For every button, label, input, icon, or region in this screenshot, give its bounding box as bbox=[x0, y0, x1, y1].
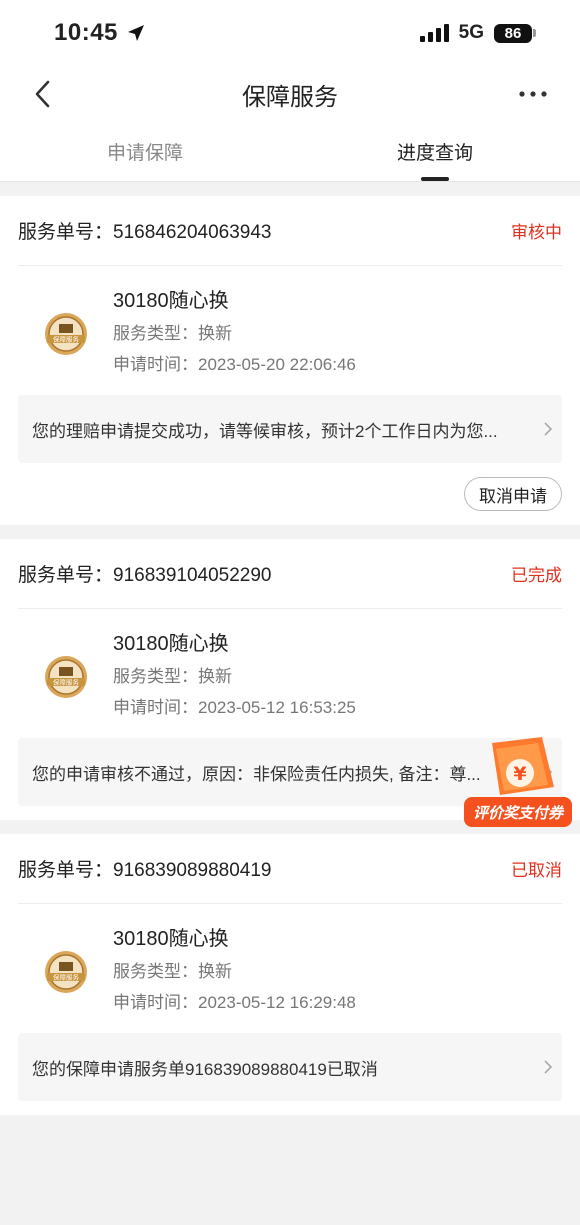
more-dots-icon bbox=[519, 91, 547, 97]
progress-note[interactable]: 您的理赔申请提交成功，请等候审核，预计2个工作日内为您... bbox=[18, 395, 562, 463]
service-type: 服务类型：换新 bbox=[113, 324, 232, 343]
status-indicators: 5G 86 bbox=[419, 22, 536, 44]
service-seal-icon: 保障服务 bbox=[18, 627, 113, 718]
order-status: 已取消 bbox=[511, 861, 562, 880]
location-arrow-icon bbox=[127, 25, 144, 41]
product-name: 30180随心换 bbox=[113, 928, 229, 950]
order-item[interactable]: 保障服务 30180随心换 服务类型：换新 申请时间：2023-05-20 22… bbox=[18, 266, 562, 395]
order-list: 服务单号：516846204063943 审核中 保障服务 30180随心换 服… bbox=[0, 182, 580, 1115]
tab-progress[interactable]: 进度查询 bbox=[290, 122, 580, 181]
status-bar: 10:45 5G 86 bbox=[0, 0, 580, 66]
service-type: 服务类型：换新 bbox=[113, 667, 232, 686]
product-name: 30180随心换 bbox=[113, 633, 229, 655]
order-header: 服务单号：916839104052290 已完成 bbox=[18, 539, 562, 609]
svg-text:保障服务: 保障服务 bbox=[53, 334, 80, 343]
more-button[interactable] bbox=[518, 79, 548, 109]
service-type: 服务类型：换新 bbox=[113, 962, 232, 981]
battery-level: 86 bbox=[494, 23, 532, 43]
svg-text:保障服务: 保障服务 bbox=[53, 677, 80, 686]
order-number: 服务单号：916839089880419 bbox=[18, 860, 272, 881]
svg-text:保障服务: 保障服务 bbox=[53, 972, 80, 981]
svg-text:¥: ¥ bbox=[513, 763, 526, 785]
cellular-signal-icon bbox=[419, 24, 449, 42]
order-info: 30180随心换 服务类型：换新 申请时间：2023-05-20 22:06:4… bbox=[113, 284, 356, 375]
chevron-right-icon bbox=[544, 422, 553, 436]
apply-time: 申请时间：2023-05-12 16:53:25 bbox=[113, 698, 356, 717]
order-header: 服务单号：516846204063943 审核中 bbox=[18, 196, 562, 266]
status-time: 10:45 bbox=[54, 19, 146, 47]
chevron-right-icon bbox=[544, 1060, 553, 1074]
page-title: 保障服务 bbox=[242, 83, 338, 111]
note-text: 您的理赔申请提交成功，请等候审核，预计2个工作日内为您... bbox=[32, 421, 498, 441]
order-number: 服务单号：516846204063943 bbox=[18, 222, 272, 243]
network-type: 5G bbox=[458, 22, 484, 43]
order-item[interactable]: 保障服务 30180随心换 服务类型：换新 申请时间：2023-05-12 16… bbox=[18, 904, 562, 1033]
progress-note[interactable]: 您的保障申请服务单916839089880419已取消 bbox=[18, 1033, 562, 1101]
order-status: 已完成 bbox=[511, 566, 562, 585]
order-footer: 取消申请 bbox=[18, 463, 562, 525]
time-text: 10:45 bbox=[54, 19, 118, 46]
service-seal-icon: 保障服务 bbox=[18, 922, 113, 1013]
order-card[interactable]: 服务单号：916839089880419 已取消 保障服务 30180随心换 服… bbox=[0, 834, 580, 1115]
order-info: 30180随心换 服务类型：换新 申请时间：2023-05-12 16:53:2… bbox=[113, 627, 356, 718]
order-card[interactable]: 服务单号：516846204063943 审核中 保障服务 30180随心换 服… bbox=[0, 196, 580, 525]
tab-bar: 申请保障 进度查询 bbox=[0, 122, 580, 182]
top-area: 10:45 5G 86 保障服务 申请保障 进度查询 bbox=[0, 0, 580, 182]
order-status: 审核中 bbox=[511, 223, 562, 242]
order-item[interactable]: 保障服务 30180随心换 服务类型：换新 申请时间：2023-05-12 16… bbox=[18, 609, 562, 738]
back-chevron-icon bbox=[35, 80, 50, 108]
tab-apply[interactable]: 申请保障 bbox=[0, 122, 290, 181]
cancel-application-button[interactable]: 取消申请 bbox=[464, 477, 562, 511]
review-coupon-promo[interactable]: ¥ 评价奖支付券 bbox=[464, 735, 574, 830]
battery-icon: 86 bbox=[494, 23, 536, 43]
promo-label: 评价奖支付券 bbox=[473, 804, 565, 822]
service-seal-icon: 保障服务 bbox=[18, 284, 113, 375]
nav-bar: 保障服务 bbox=[0, 66, 580, 122]
product-name: 30180随心换 bbox=[113, 290, 229, 312]
order-number: 服务单号：916839104052290 bbox=[18, 565, 272, 586]
apply-time: 申请时间：2023-05-20 22:06:46 bbox=[113, 355, 356, 374]
order-header: 服务单号：916839089880419 已取消 bbox=[18, 834, 562, 904]
note-text: 您的保障申请服务单916839089880419已取消 bbox=[32, 1059, 378, 1079]
order-info: 30180随心换 服务类型：换新 申请时间：2023-05-12 16:29:4… bbox=[113, 922, 356, 1013]
back-button[interactable] bbox=[28, 79, 58, 109]
coupon-icon: ¥ 评价奖支付券 bbox=[464, 737, 572, 827]
apply-time: 申请时间：2023-05-12 16:29:48 bbox=[113, 993, 356, 1012]
note-text: 您的申请审核不通过，原因：非保险责任内损失, 备注：尊... bbox=[32, 764, 481, 784]
